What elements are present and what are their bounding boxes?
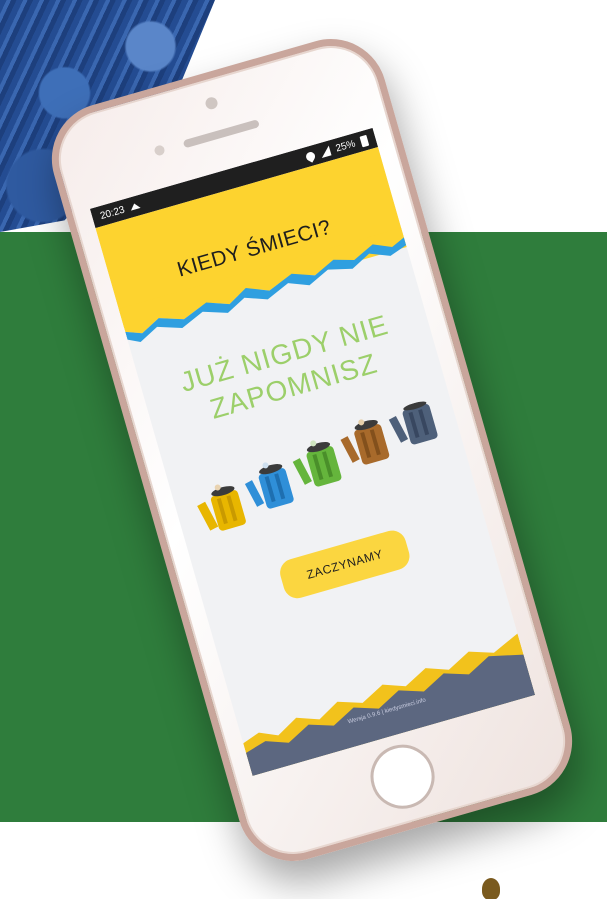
gray-bin-icon — [388, 401, 438, 445]
promo-image: 20:23 25% KIEDY ŚMIECI? JUŻ NIGDY NIE ZA… — [0, 0, 607, 899]
green-bin-icon — [292, 440, 342, 487]
blue-bin-icon — [244, 462, 294, 509]
signal-icon — [319, 145, 332, 158]
earpiece-speaker — [182, 119, 260, 149]
status-time: 20:23 — [98, 204, 126, 222]
battery-icon — [359, 134, 370, 147]
brown-bin-icon — [340, 419, 390, 465]
proximity-sensor — [153, 144, 166, 157]
home-button[interactable] — [362, 737, 443, 817]
start-button[interactable]: ZACZYNAMY — [276, 527, 413, 602]
yellow-bin-icon — [197, 484, 246, 531]
cloud-upload-icon — [129, 202, 141, 211]
battery-percent: 25% — [334, 137, 357, 155]
brown-accent-shape — [482, 878, 500, 899]
front-camera — [204, 95, 219, 111]
wifi-icon — [304, 149, 317, 163]
